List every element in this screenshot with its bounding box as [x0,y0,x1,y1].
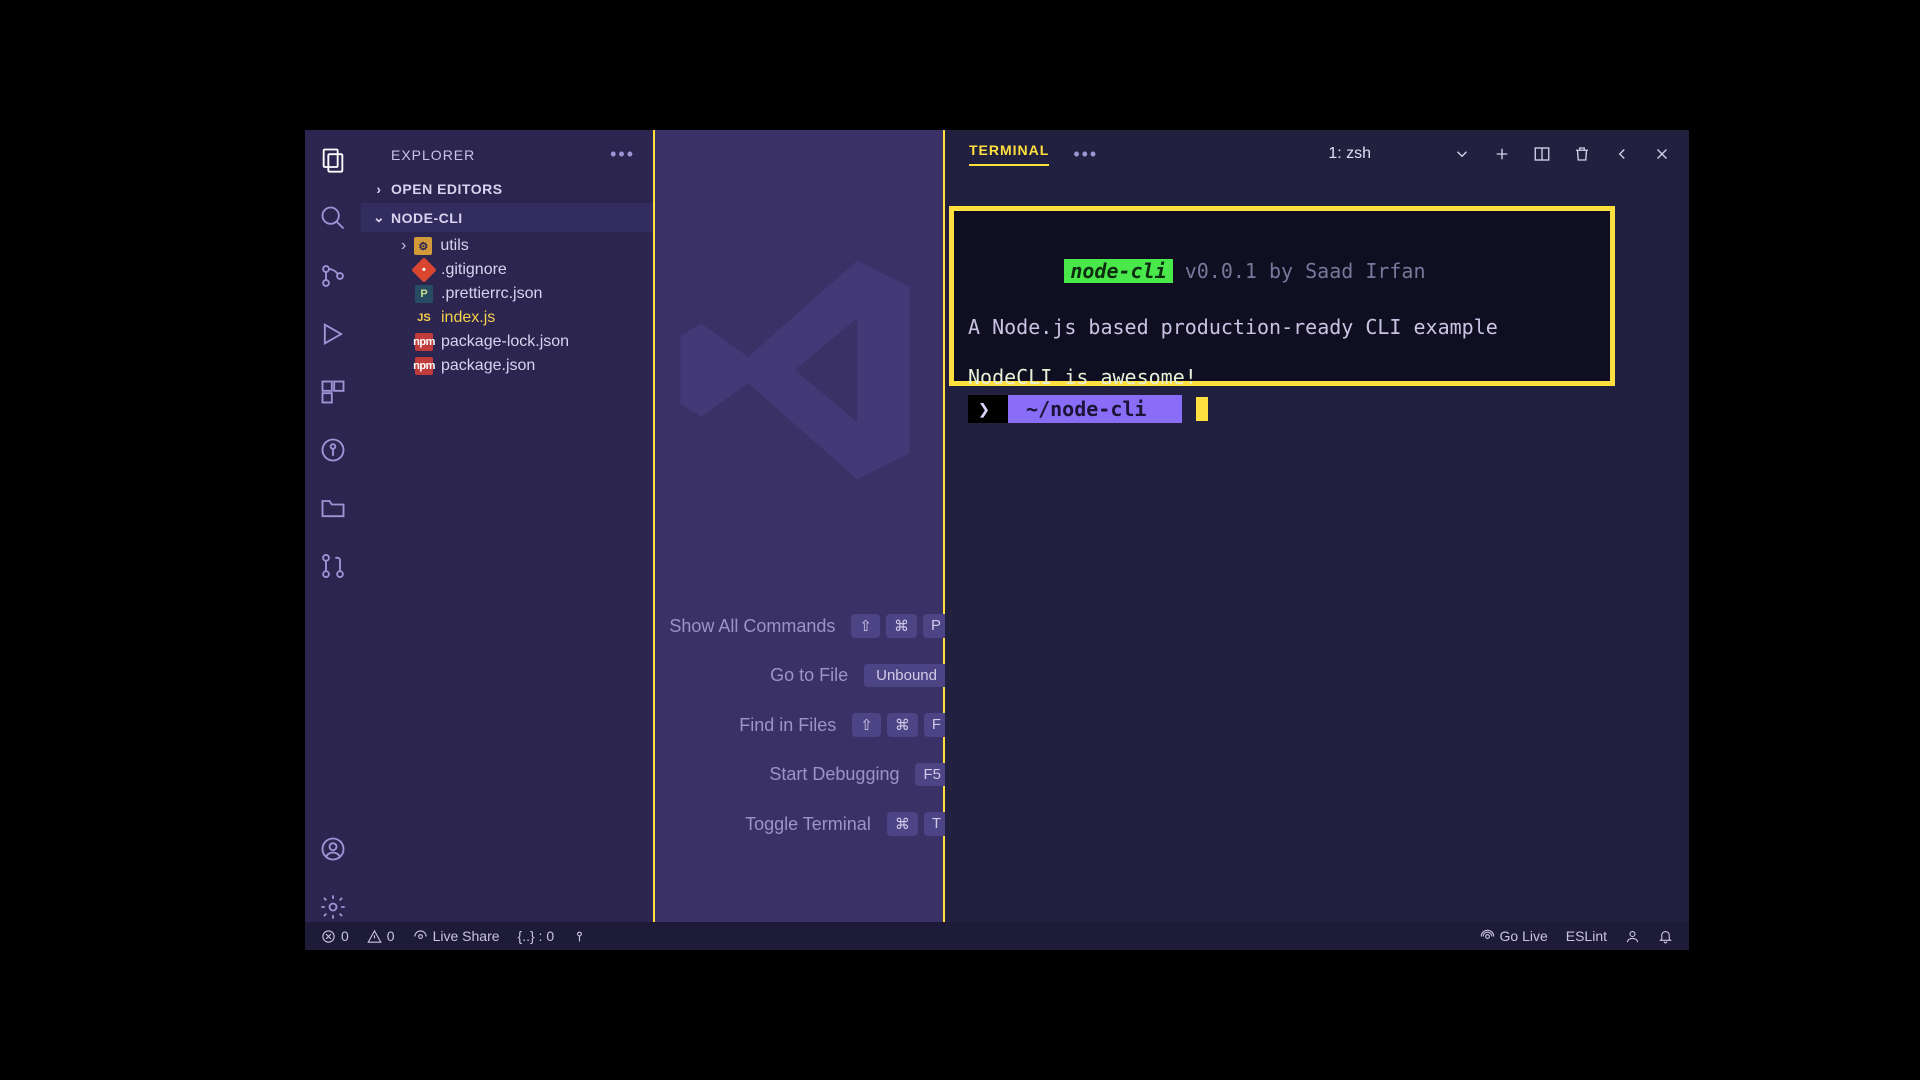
welcome-go-to-file[interactable]: Go to File Unbound [770,664,949,687]
tree-file-prettierrc[interactable]: P .prettierrc.json [361,282,653,306]
kbd-unbound: Unbound [864,664,949,687]
folder-icon[interactable] [318,493,348,523]
cli-message: NodeCLI is awesome! [968,363,1596,391]
status-errors[interactable]: 0 [321,928,349,944]
explorer-sidebar: EXPLORER ••• › OPEN EDITORS ⌄ NODE-CLI ›… [361,130,653,922]
status-eslint[interactable]: ESLint [1566,928,1607,944]
welcome-show-all-commands[interactable]: Show All Commands ⇧ ⌘ P [669,614,949,638]
sidebar-more-icon[interactable]: ••• [610,144,635,165]
status-prettier[interactable]: {..} : 0 [518,928,555,944]
welcome-label: Go to File [770,665,848,686]
status-feedback-icon[interactable] [1625,929,1640,944]
chevron-right-icon: › [373,181,385,197]
prettier-icon: P [415,285,433,303]
prompt-arrow: ❯ [968,395,1008,423]
status-bell-icon[interactable] [1658,929,1673,944]
file-tree: › ⚙ utils .gitignore P .prettierrc.json … [361,232,653,378]
kbd-shift: ⇧ [852,713,881,737]
vscode-watermark [655,200,945,540]
welcome-start-debugging[interactable]: Start Debugging F5 [769,763,949,786]
panel-more-icon[interactable]: ••• [1073,144,1098,165]
kbd-cmd: ⌘ [887,812,918,836]
open-editors-section[interactable]: › OPEN EDITORS [361,175,653,203]
kbd-cmd: ⌘ [887,713,918,737]
activity-bar [305,130,361,922]
terminal-shell-selector[interactable]: 1: zsh [1328,145,1371,163]
gitlens-icon[interactable] [318,435,348,465]
split-terminal-icon[interactable] [1533,145,1551,163]
chevron-down-icon[interactable] [1453,145,1471,163]
tree-file-pkg[interactable]: npm package.json [361,354,653,378]
welcome-label: Start Debugging [769,764,899,785]
folder-icon: ⚙ [414,237,432,255]
open-editors-label: OPEN EDITORS [391,181,503,197]
cli-name-badge: node-cli [1064,259,1172,283]
project-label: NODE-CLI [391,210,463,226]
run-debug-icon[interactable] [318,319,348,349]
sidebar-title: EXPLORER [391,147,475,163]
prompt-path: ~/node-cli [1008,395,1182,423]
chevron-left-icon[interactable] [1613,145,1631,163]
tree-file-gitignore[interactable]: .gitignore [361,258,653,282]
welcome-toggle-terminal[interactable]: Toggle Terminal ⌘ T [745,812,949,836]
file-label: .gitignore [441,261,507,279]
project-section[interactable]: ⌄ NODE-CLI [361,203,653,232]
tab-terminal[interactable]: TERMINAL [969,142,1049,166]
welcome-find-in-files[interactable]: Find in Files ⇧ ⌘ F [739,713,949,737]
cli-version: v0.0.1 [1173,259,1269,283]
cli-byline: by Saad Irfan [1269,259,1426,283]
tree-file-indexjs[interactable]: JS index.js [361,306,653,330]
welcome-label: Find in Files [739,715,836,736]
git-icon [411,257,436,282]
account-icon[interactable] [318,834,348,864]
kill-terminal-icon[interactable] [1573,145,1591,163]
editor-welcome: Show All Commands ⇧ ⌘ P Go to File Unbou… [653,130,945,922]
file-label: .prettierrc.json [441,285,542,303]
kbd-cmd: ⌘ [886,614,917,638]
kbd-shift: ⇧ [851,614,880,638]
close-panel-icon[interactable] [1653,145,1671,163]
pull-request-icon[interactable] [318,551,348,581]
terminal-panel: TERMINAL ••• 1: zsh node-cli v0.0.1 by S… [945,130,1689,922]
js-icon: JS [415,309,433,327]
search-icon[interactable] [318,203,348,233]
source-control-icon[interactable] [318,261,348,291]
welcome-label: Toggle Terminal [745,814,871,835]
chevron-down-icon: ⌄ [373,209,385,226]
status-golive[interactable]: Go Live [1480,928,1548,944]
extensions-icon[interactable] [318,377,348,407]
settings-gear-icon[interactable] [318,892,348,922]
terminal-prompt[interactable]: ❯ ~/node-cli [968,395,1596,423]
terminal-cursor [1196,397,1208,421]
npm-icon: npm [415,333,433,351]
terminal-output-highlight: node-cli v0.0.1 by Saad Irfan A Node.js … [949,206,1615,386]
explorer-icon[interactable] [318,145,348,175]
status-port-icon[interactable] [572,929,587,944]
status-bar: 0 0 Live Share {..} : 0 Go Live ESLint [305,922,1689,950]
status-warnings[interactable]: 0 [367,928,395,944]
file-label: index.js [441,309,495,327]
new-terminal-icon[interactable] [1493,145,1511,163]
tree-file-pkglock[interactable]: npm package-lock.json [361,330,653,354]
folder-label: utils [440,237,468,255]
welcome-label: Show All Commands [669,616,835,637]
kbd-f5: F5 [915,763,949,786]
tree-folder-utils[interactable]: › ⚙ utils [361,234,653,258]
chevron-right-icon: › [401,237,406,255]
file-label: package-lock.json [441,333,569,351]
file-label: package.json [441,357,535,375]
status-liveshare[interactable]: Live Share [413,928,500,944]
npm-icon: npm [415,357,433,375]
cli-description: A Node.js based production-ready CLI exa… [968,313,1596,341]
